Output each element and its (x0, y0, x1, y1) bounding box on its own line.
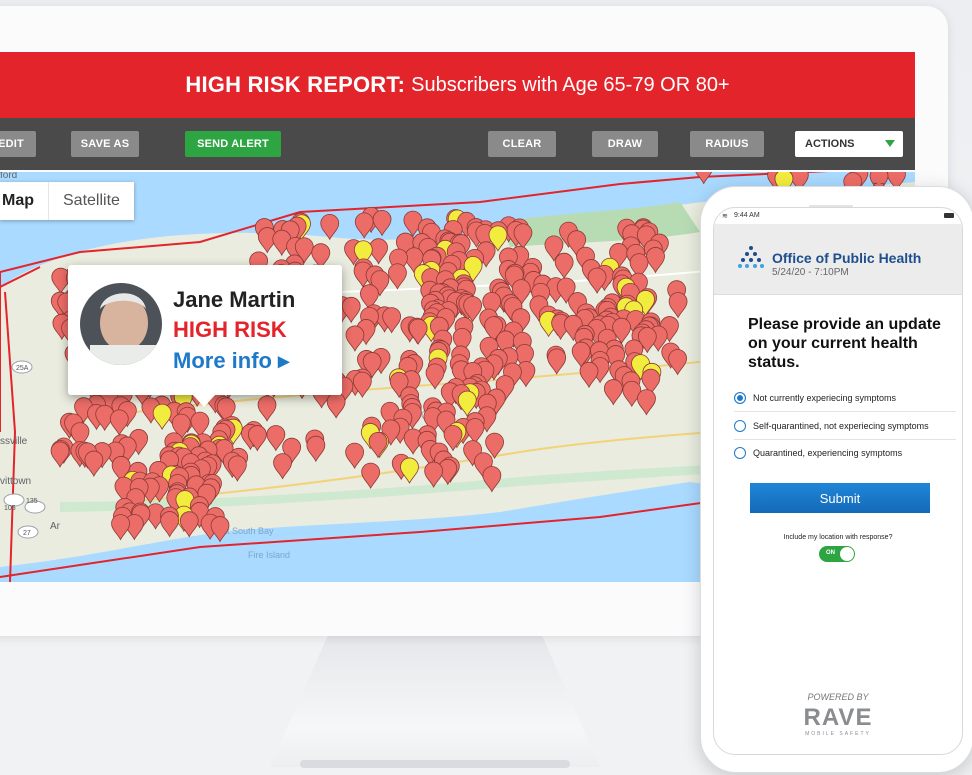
survey-question: Please provide an update on your current… (748, 316, 941, 371)
divider (734, 411, 956, 412)
divider (734, 439, 956, 440)
subscriber-name: Jane Martin (173, 287, 296, 312)
powered-by: POWERED BY (807, 692, 869, 702)
radio[interactable] (734, 420, 746, 432)
phone-mockup: ≋ 9:44 AM Office of Public Health 5/24/2… (700, 186, 972, 773)
clear-button[interactable]: CLEAR (488, 131, 556, 157)
health-logo-icon (738, 246, 764, 268)
road-shield-label: 135 (26, 498, 38, 505)
report-title-bold: HIGH RISK REPORT: (185, 72, 406, 97)
avatar (80, 283, 162, 365)
tab-map[interactable]: Map (0, 182, 48, 220)
submit-button[interactable]: Submit (750, 483, 930, 513)
toolbar: EDIT SAVE AS SEND ALERT CLEAR DRAW RADIU… (0, 118, 915, 170)
location-prompt: Include my location with response? (783, 534, 893, 541)
option-label: Not currently experiecing symptoms (753, 393, 897, 403)
subscriber-callout[interactable]: Jane Martin HIGH RISK More info ▸ (68, 265, 342, 407)
road-shield-label: 105 (4, 505, 16, 512)
avatar-photo (80, 283, 162, 365)
callout-pointer (192, 394, 216, 407)
send-alert-button[interactable]: SEND ALERT (185, 131, 281, 157)
monitor-stand (270, 632, 600, 767)
map-pin-red[interactable] (210, 516, 230, 543)
option-self-quarantined[interactable]: Self-quarantined, not experiecing sympto… (734, 414, 956, 438)
map-pin-red[interactable] (372, 210, 392, 237)
town-label: vittown (0, 476, 31, 487)
town-label: ssville (0, 436, 28, 447)
more-info-link[interactable]: More info ▸ (173, 348, 289, 374)
option-not-symptomatic[interactable]: Not currently experiecing symptoms (734, 386, 956, 410)
chevron-down-icon (885, 140, 895, 147)
status-bar: ≋ 9:44 AM (714, 208, 962, 224)
road-shield-label: 25A (16, 365, 29, 372)
actions-dropdown[interactable]: ACTIONS (795, 131, 903, 157)
map-pin-red[interactable] (320, 213, 340, 241)
place-label: Fire Island (248, 550, 290, 560)
option-quarantined[interactable]: Quarantined, experiencing symptoms (734, 441, 956, 465)
draw-button[interactable]: DRAW (592, 131, 658, 157)
road-shield-label: 27 (23, 530, 31, 537)
phone-screen: ≋ 9:44 AM Office of Public Health 5/24/2… (713, 207, 963, 755)
edit-button[interactable]: EDIT (0, 131, 36, 157)
save-as-button[interactable]: SAVE AS (71, 131, 139, 157)
battery-icon (944, 213, 954, 218)
radio-selected[interactable] (734, 392, 746, 404)
map-pin-red[interactable] (354, 212, 374, 239)
actions-label: ACTIONS (805, 138, 855, 150)
message-header: Office of Public Health 5/24/20 - 7:10PM (714, 224, 962, 295)
radius-button[interactable]: RADIUS (690, 131, 764, 157)
sender-name: Office of Public Health (772, 250, 922, 266)
monitor-stand-base (300, 760, 570, 768)
radio[interactable] (734, 447, 746, 459)
option-label: Self-quarantined, not experiecing sympto… (753, 421, 929, 431)
toggle-label: ON (826, 550, 835, 556)
rave-logo-subtitle: MOBILE SAFETY (805, 731, 871, 737)
risk-status: HIGH RISK (173, 317, 287, 342)
status-time: 9:44 AM (734, 212, 760, 219)
wifi-icon: ≋ (722, 213, 728, 220)
map-type-control: Map Satellite (0, 182, 134, 220)
option-label: Quarantined, experiencing symptoms (753, 448, 903, 458)
location-toggle[interactable]: ON (819, 546, 855, 562)
rave-logo: RAVE (803, 704, 873, 731)
tab-satellite[interactable]: Satellite (48, 182, 134, 220)
toggle-knob (840, 547, 854, 561)
report-title-criteria: Subscribers with Age 65-79 OR 80+ (411, 73, 730, 96)
report-header: HIGH RISK REPORT: Subscribers with Age 6… (0, 52, 915, 118)
message-datetime: 5/24/20 - 7:10PM (772, 267, 849, 278)
town-label: ford (0, 172, 17, 181)
town-label: Ar (50, 521, 61, 532)
